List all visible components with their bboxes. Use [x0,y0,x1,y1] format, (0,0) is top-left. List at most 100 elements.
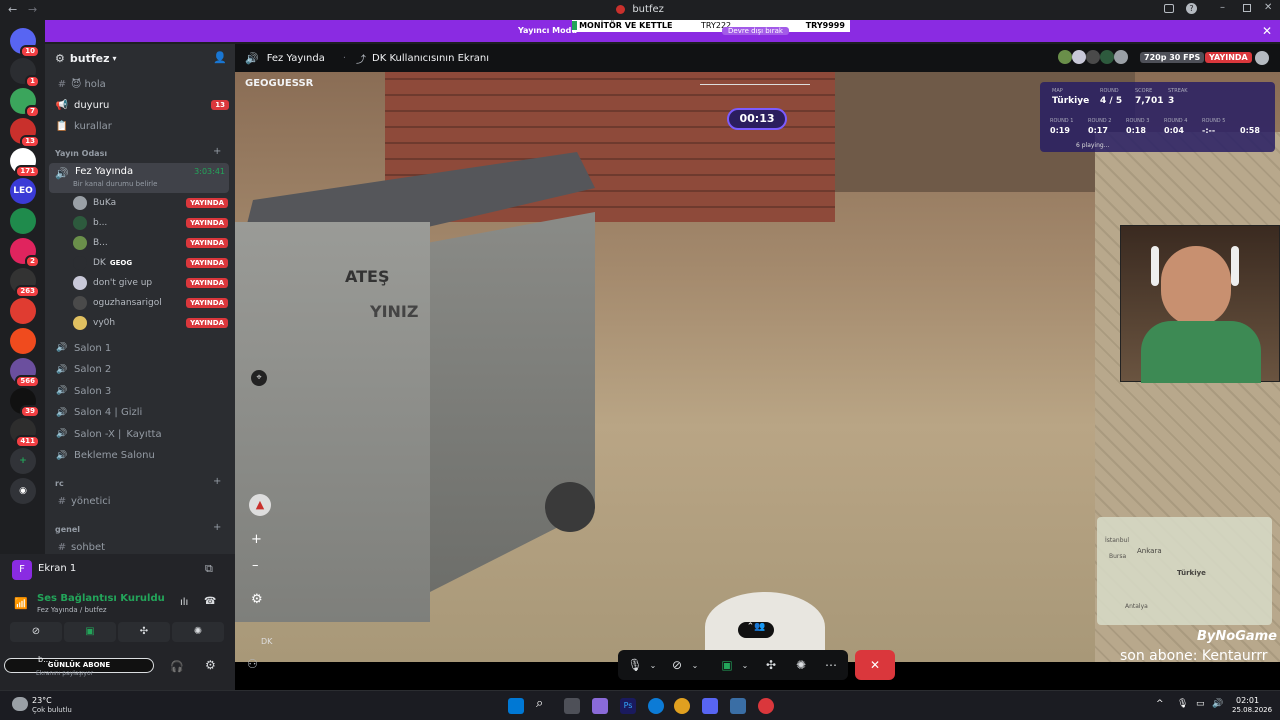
soundboard-button[interactable]: ✺ [172,622,224,642]
server-3-icon[interactable]: 13 [10,118,40,148]
voice-user[interactable]: don't give up YAYINDA [73,273,228,293]
help-icon[interactable]: ? [1186,3,1197,14]
voice-user[interactable]: vy0h YAYINDA [73,313,228,333]
weather-temp[interactable]: 23°C [32,696,52,705]
search-icon[interactable]: ⌕ [536,696,552,712]
task-view-icon[interactable] [564,698,580,714]
clock-date: 25.08.2026 [1232,706,1273,714]
activities-button[interactable]: ✣ [118,622,170,642]
more-button[interactable]: ⋯ [820,654,842,676]
stream-channel-name[interactable]: Fez Yayında [267,53,325,64]
add-server-icon[interactable]: + [10,448,36,474]
voice-channel-item[interactable]: 🔊 Bekleme Salonu [45,446,235,466]
server-12-icon[interactable]: 39 [10,388,40,418]
minimize-button[interactable]: – [1220,2,1225,13]
voice-channel-item[interactable]: 🔊 Salon 4 | Gizli [45,403,235,423]
participants-toggle[interactable]: ⌃👥 [738,622,774,638]
popout-icon[interactable]: ⧉ [205,562,213,576]
add-channel-rc-icon[interactable]: + [213,476,221,487]
screenshare-button[interactable]: ▣ [64,622,116,642]
inbox-icon[interactable] [1164,4,1174,13]
voice-user[interactable]: b... YAYINDA [73,213,228,233]
server-13-icon[interactable]: 411 [10,418,40,448]
add-channel-genel-icon[interactable]: + [213,522,221,533]
server-6-icon[interactable] [10,208,36,234]
camera-button[interactable]: ⊘ [10,622,62,642]
camera-options-icon[interactable]: ⌄ [684,654,706,676]
mic-options-icon[interactable]: ⌄ [642,654,664,676]
stop-stream-button[interactable]: ✕ [855,650,895,680]
channel-yonetici[interactable]: # yönetici [45,491,235,511]
photoshop-icon[interactable]: Ps [620,698,636,714]
activity-button[interactable]: ✣ [760,654,782,676]
server-10-icon[interactable] [10,328,36,354]
soundboard-button[interactable]: ✺ [790,654,812,676]
user-name[interactable]: b... [38,655,51,664]
copilot-icon[interactable] [592,698,608,714]
voice-connected-label[interactable]: Ses Bağlantısı Kuruldu [37,593,165,604]
close-button[interactable]: ✕ [1264,2,1272,13]
display-tray-icon[interactable]: ▭ [1196,699,1205,709]
edge-icon[interactable] [648,698,664,714]
server-5-icon[interactable]: LEO [10,178,36,204]
settings-icon[interactable]: ⚙ [251,592,263,607]
volume-icon[interactable]: 🔊 [1212,699,1223,709]
voice-channel-item[interactable]: 🔊 Salon -X | Kayıtta [45,424,235,444]
category-yayin[interactable]: Yayın Odası [55,149,107,158]
channel-item[interactable]: 📢 duyuru 13 [45,95,235,115]
category-genel[interactable]: genel [55,525,80,534]
voice-user[interactable]: B... YAYINDA [73,233,228,253]
add-friend-icon[interactable]: 👤 [213,51,227,64]
close-banner-icon[interactable]: ✕ [1262,24,1272,38]
compass-icon[interactable]: ▲ [249,494,271,516]
zoom-in-icon[interactable]: + [251,532,262,547]
viewer-avatars[interactable] [1058,50,1130,66]
zoom-out-icon[interactable]: – [252,558,259,573]
server-8-icon[interactable]: 263 [10,268,40,298]
announcement-icon: 📢 [55,99,69,111]
active-voice-channel[interactable]: 🔊 Fez Yayında Bir kanal durumu belirle 3… [49,163,229,193]
voice-channel-item[interactable]: 🔊 Salon 3 [45,381,235,401]
noise-suppression-icon[interactable]: ılı [180,597,188,608]
headset-icon[interactable]: 🎧 [170,660,184,673]
stream-options-icon[interactable] [1255,51,1269,65]
channel-status[interactable]: Bir kanal durumu belirle [73,180,157,188]
discord-icon[interactable] [702,698,718,714]
voice-channel-item[interactable]: 🔊 Salon 1 [45,338,235,358]
server-9-icon[interactable] [10,298,36,324]
chrome-icon[interactable] [674,698,690,714]
pin-icon[interactable]: ⌖ [251,370,267,386]
explore-icon[interactable]: ◉ [10,478,36,504]
voice-channel-item[interactable]: 🔊 Salon 2 [45,360,235,380]
mic-tray-icon[interactable]: 🎙 [1177,699,1188,709]
server-1-icon[interactable]: 1 [10,58,40,88]
server-11-icon[interactable]: 566 [10,358,40,388]
steam-icon[interactable] [730,698,746,714]
user-settings-icon[interactable]: ⚙ [205,658,216,672]
disconnect-icon[interactable]: ☎ [204,596,216,607]
tray-chevron-icon[interactable]: ^ [1156,699,1164,709]
minimap[interactable]: İstanbul Ankara Türkiye Bursa Antalya [1097,517,1272,625]
maximize-button[interactable] [1243,4,1251,12]
voice-user[interactable]: BuKa YAYINDA [73,193,228,213]
voice-user[interactable]: oguzhansarigol YAYINDA [73,293,228,313]
discord-home-icon[interactable]: 10 [10,28,40,58]
server-2-icon[interactable]: 7 [10,88,40,118]
voice-user[interactable]: DK GEOG YAYINDA [73,253,228,273]
obs-icon[interactable] [758,698,774,714]
clock-time[interactable]: 02:01 [1236,696,1259,705]
share-options-icon[interactable]: ⌄ [734,654,756,676]
category-rc[interactable]: rc [55,479,64,488]
channel-item[interactable]: # 😈 hola [45,74,235,94]
add-channel-icon[interactable]: + [213,146,221,157]
channel-label: hola [84,78,106,90]
channel-item[interactable]: 📋 kurallar [45,116,235,136]
server-7-icon[interactable]: 2 [10,238,40,268]
voice-connected-sub: Fez Yayında / butfez [37,606,107,614]
disable-button[interactable]: Devre dışı bırak [722,27,789,35]
server-4-icon[interactable]: 171 [10,148,40,178]
guild-header[interactable]: ⚙ butfez ▾ 👤 [45,44,235,72]
start-icon[interactable] [508,698,524,714]
channel-sohbet[interactable]: # sohbet [45,537,235,554]
invite-icon[interactable]: ⚇ [247,657,258,671]
